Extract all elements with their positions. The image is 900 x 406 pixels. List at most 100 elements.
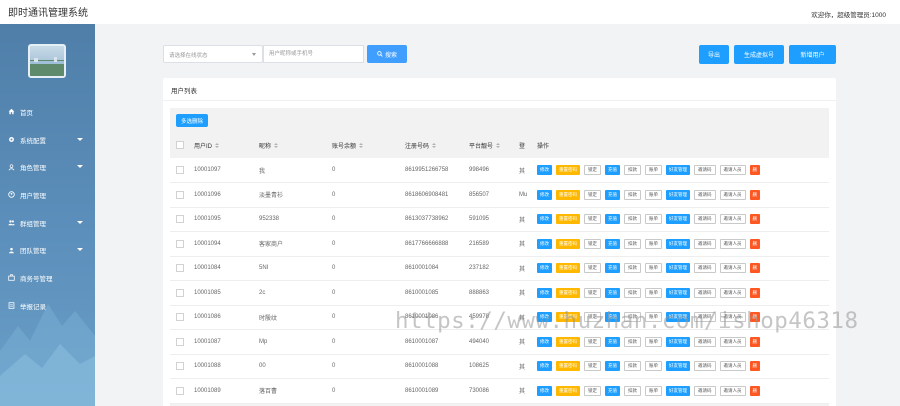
sidebar-item-5[interactable]: 群组管理 <box>0 209 95 237</box>
row-checkbox[interactable] <box>176 239 184 248</box>
action-button-8[interactable]: 邀请码 <box>694 238 716 249</box>
action-button-4[interactable]: 充值 <box>605 385 620 396</box>
action-button-3[interactable]: 锁定 <box>584 385 601 396</box>
action-button-1[interactable]: 修改 <box>537 214 552 225</box>
generate-virtual-button[interactable]: 生成虚拟号 <box>734 45 784 64</box>
action-button-10[interactable]: 删 <box>749 263 760 274</box>
action-button-6[interactable]: 账单 <box>645 312 662 323</box>
row-checkbox[interactable] <box>176 288 184 297</box>
online-status-select[interactable]: 请选择在线状态 <box>163 45 263 63</box>
action-button-7[interactable]: 好友管理 <box>666 312 690 323</box>
action-button-1[interactable]: 修改 <box>537 336 552 347</box>
action-button-3[interactable]: 锁定 <box>584 287 601 298</box>
action-button-1[interactable]: 修改 <box>537 385 552 396</box>
action-button-7[interactable]: 好友管理 <box>666 189 690 200</box>
action-button-2[interactable]: 重置密码 <box>556 263 580 274</box>
action-button-9[interactable]: 邀请人员 <box>719 189 746 200</box>
action-button-9[interactable]: 邀请人员 <box>719 312 746 323</box>
sidebar-item-7[interactable]: 商务号管理 <box>0 264 95 292</box>
action-button-8[interactable]: 邀请码 <box>694 361 716 372</box>
action-button-4[interactable]: 充值 <box>605 238 620 249</box>
sidebar-item-3[interactable]: 角色管理 <box>0 153 95 181</box>
action-button-3[interactable]: 锁定 <box>584 312 601 323</box>
row-checkbox[interactable] <box>176 362 184 371</box>
action-button-2[interactable]: 重置密码 <box>556 189 580 200</box>
action-button-6[interactable]: 账单 <box>645 385 662 396</box>
action-button-10[interactable]: 删 <box>749 385 760 396</box>
action-button-4[interactable]: 充值 <box>605 165 620 175</box>
sort-icon[interactable] <box>432 143 437 149</box>
action-button-10[interactable]: 删 <box>749 165 760 175</box>
action-button-5[interactable]: 扣款 <box>624 336 641 347</box>
action-button-6[interactable]: 账单 <box>645 361 662 372</box>
action-button-7[interactable]: 好友管理 <box>666 287 690 298</box>
action-button-10[interactable]: 删 <box>749 189 760 200</box>
sidebar-item-6[interactable]: 团队管理 <box>0 236 95 264</box>
action-button-1[interactable]: 修改 <box>537 165 552 175</box>
action-button-9[interactable]: 邀请人员 <box>719 263 746 274</box>
action-button-7[interactable]: 好友管理 <box>666 361 690 372</box>
action-button-2[interactable]: 重置密码 <box>556 312 580 323</box>
action-button-6[interactable]: 账单 <box>645 287 662 298</box>
sort-icon[interactable] <box>496 143 501 149</box>
action-button-5[interactable]: 扣款 <box>624 263 641 274</box>
sidebar-item-8[interactable]: 举报记录 <box>0 292 95 320</box>
row-checkbox[interactable] <box>176 337 184 346</box>
action-button-5[interactable]: 扣款 <box>624 214 641 225</box>
action-button-8[interactable]: 邀请码 <box>694 385 716 396</box>
action-button-2[interactable]: 重置密码 <box>556 336 580 347</box>
action-button-4[interactable]: 充值 <box>605 263 620 274</box>
action-button-9[interactable]: 邀请人员 <box>719 165 746 175</box>
action-button-2[interactable]: 重置密码 <box>556 165 580 175</box>
action-button-10[interactable]: 删 <box>749 361 760 372</box>
row-checkbox[interactable] <box>176 313 184 322</box>
sidebar-item-4[interactable]: 用户管理 <box>0 181 95 209</box>
keyword-search-input[interactable] <box>263 45 364 63</box>
action-button-8[interactable]: 邀请码 <box>694 189 716 200</box>
action-button-10[interactable]: 删 <box>749 238 760 249</box>
action-button-8[interactable]: 邀请码 <box>694 312 716 323</box>
action-button-2[interactable]: 重置密码 <box>556 385 580 396</box>
action-button-1[interactable]: 修改 <box>537 287 552 298</box>
action-button-5[interactable]: 扣款 <box>624 287 641 298</box>
action-button-2[interactable]: 重置密码 <box>556 238 580 249</box>
action-button-3[interactable]: 锁定 <box>584 361 601 372</box>
sort-icon[interactable] <box>215 143 220 149</box>
action-button-10[interactable]: 删 <box>749 312 760 323</box>
row-checkbox[interactable] <box>176 190 184 199</box>
action-button-6[interactable]: 账单 <box>645 189 662 200</box>
action-button-5[interactable]: 扣款 <box>624 189 641 200</box>
sort-icon[interactable] <box>274 143 279 149</box>
action-button-2[interactable]: 重置密码 <box>556 214 580 225</box>
action-button-4[interactable]: 充值 <box>605 312 620 323</box>
action-button-9[interactable]: 邀请人员 <box>719 336 746 347</box>
search-button[interactable]: 搜索 <box>367 45 407 63</box>
action-button-2[interactable]: 重置密码 <box>556 287 580 298</box>
batch-delete-button[interactable]: 多选删除 <box>176 114 208 127</box>
action-button-4[interactable]: 充值 <box>605 214 620 225</box>
action-button-8[interactable]: 邀请码 <box>694 165 716 175</box>
add-user-button[interactable]: 新增用户 <box>789 45 836 64</box>
sort-icon[interactable] <box>359 143 364 149</box>
sidebar-item-1[interactable]: 首页 <box>0 98 95 126</box>
export-button[interactable]: 导出 <box>699 45 729 64</box>
action-button-3[interactable]: 锁定 <box>584 189 601 200</box>
action-button-10[interactable]: 删 <box>749 287 760 298</box>
action-button-6[interactable]: 账单 <box>645 214 662 225</box>
action-button-2[interactable]: 重置密码 <box>556 361 580 372</box>
action-button-5[interactable]: 扣款 <box>624 361 641 372</box>
sidebar-item-2[interactable]: 系统配置 <box>0 126 95 154</box>
welcome-text[interactable]: 欢迎你，超级管理员:1000 <box>811 9 886 19</box>
action-button-5[interactable]: 扣款 <box>624 385 641 396</box>
action-button-1[interactable]: 修改 <box>537 263 552 274</box>
action-button-6[interactable]: 账单 <box>645 336 662 347</box>
action-button-7[interactable]: 好友管理 <box>666 385 690 396</box>
row-checkbox[interactable] <box>176 264 184 273</box>
action-button-7[interactable]: 好友管理 <box>666 336 690 347</box>
action-button-6[interactable]: 账单 <box>645 263 662 274</box>
action-button-6[interactable]: 账单 <box>645 165 662 175</box>
action-button-4[interactable]: 充值 <box>605 189 620 200</box>
action-button-9[interactable]: 邀请人员 <box>719 214 746 225</box>
action-button-9[interactable]: 邀请人员 <box>719 385 746 396</box>
row-checkbox[interactable] <box>176 386 184 395</box>
